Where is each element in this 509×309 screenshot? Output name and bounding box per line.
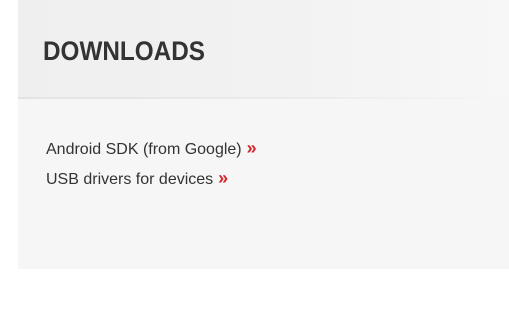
downloads-panel: DOWNLOADS Android SDK (from Google)» USB… bbox=[18, 0, 509, 269]
double-chevron-right-icon: » bbox=[246, 138, 257, 158]
header-divider bbox=[18, 97, 509, 99]
downloads-title: DOWNLOADS bbox=[43, 36, 205, 66]
downloads-panel-header: DOWNLOADS bbox=[18, 0, 509, 97]
downloads-link-list: Android SDK (from Google)» USB drivers f… bbox=[46, 133, 257, 193]
android-sdk-link[interactable]: Android SDK (from Google)» bbox=[46, 138, 257, 158]
list-item: USB drivers for devices» bbox=[46, 163, 257, 193]
list-item: Android SDK (from Google)» bbox=[46, 133, 257, 163]
usb-drivers-link-label: USB drivers for devices bbox=[46, 171, 214, 188]
android-sdk-link-label: Android SDK (from Google) bbox=[46, 141, 242, 158]
double-chevron-right-icon: » bbox=[218, 168, 229, 188]
usb-drivers-link[interactable]: USB drivers for devices» bbox=[46, 168, 229, 188]
